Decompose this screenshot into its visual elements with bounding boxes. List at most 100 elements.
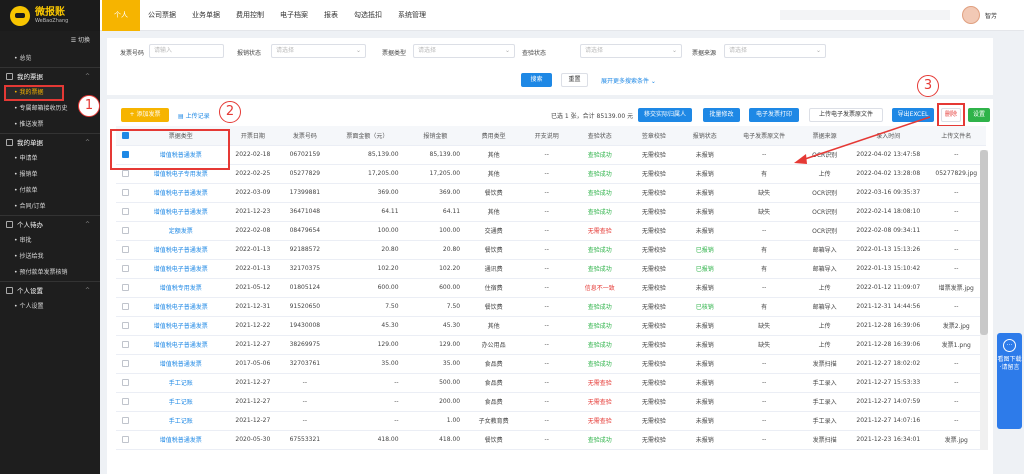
col-reimburse-amount[interactable]: 报销金额 <box>404 126 467 146</box>
invoice-type-select[interactable]: 请选择 ⌄ <box>413 44 515 58</box>
sidebar-group-my-invoices[interactable]: 我的票据 ^ <box>0 67 100 85</box>
table-row[interactable]: 手工记账 2021-12-27 -- -- 500.00 食品费 -- 无需查验 无需校验 未报销… <box>116 373 986 393</box>
cell-invoice-type[interactable]: 手工记账 <box>135 411 227 431</box>
nav-company-invoices[interactable]: 公司票据 <box>140 0 184 31</box>
cell-reimburse-amount: 102.20 <box>404 259 467 279</box>
user-menu[interactable]: 智芳 <box>962 6 997 24</box>
cell-invoice-type[interactable]: 增值税普通发票 <box>135 354 227 374</box>
table-row[interactable]: 手工记账 2021-12-27 -- -- 1.00 子女教育费 -- 无需查验 无需校验 未报销… <box>116 411 986 431</box>
cell-invoice-type[interactable]: 手工记账 <box>135 373 227 393</box>
nav-e-archive[interactable]: 电子档案 <box>272 0 316 31</box>
add-invoice-button[interactable]: + 添加发票 <box>121 108 169 122</box>
sidebar-item-push-invoices[interactable]: • 推送发票 <box>0 117 100 133</box>
sidebar-item-overview[interactable]: • 总览 <box>0 51 100 67</box>
cell-invoice-type[interactable]: 增值税电子普通发票 <box>135 259 227 279</box>
sidebar-group-my-docs[interactable]: 我的单据 ^ <box>0 133 100 151</box>
row-checkbox[interactable] <box>122 379 130 386</box>
cell-signature-check: 无需校验 <box>627 354 681 374</box>
table-row[interactable]: 增值税电子普通发票 2021-12-27 38269975 129.00 129.00 办… <box>116 335 986 355</box>
row-checkbox[interactable] <box>122 303 130 310</box>
nav-personal[interactable]: 个人 <box>102 0 140 31</box>
cell-invoice-type[interactable]: 增值税电子普通发票 <box>135 240 227 260</box>
nav-system[interactable]: 系统管理 <box>390 0 434 31</box>
row-checkbox[interactable] <box>122 417 130 424</box>
table-row[interactable]: 增值税普通发票 2017-05-06 32703761 35.00 35.00 食品费 --… <box>116 354 986 374</box>
row-checkbox[interactable] <box>122 246 130 253</box>
row-checkbox[interactable] <box>122 322 130 329</box>
sidebar-item-cc-me[interactable]: • 抄送给我 <box>0 249 100 265</box>
table-row[interactable]: 增值税普通发票 2020-05-30 67553321 418.00 418.00 餐饮费… <box>116 430 986 450</box>
table-row[interactable]: 增值税电子普通发票 2021-12-23 36471048 64.11 64.11 其他 -… <box>116 202 986 222</box>
sidebar-item-contract[interactable]: • 合同/订单 <box>0 199 100 215</box>
cell-reimburse-amount: 64.11 <box>404 202 467 222</box>
col-expense-type[interactable]: 费用类型 <box>466 126 522 146</box>
sidebar-item-my-invoices[interactable]: • 我的票据 <box>4 85 64 101</box>
verify-status-select[interactable]: 请选择 ⌄ <box>580 44 682 58</box>
table-row[interactable]: 定额发票 2022-02-08 08479654 100.00 100.00 交通费 -- 无… <box>116 221 986 241</box>
cell-invoice-type[interactable]: 手工记账 <box>135 392 227 412</box>
row-checkbox[interactable] <box>122 398 130 405</box>
sidebar-item-approval[interactable]: • 审批 <box>0 233 100 249</box>
cell-invoice-type[interactable]: 增值税电子普通发票 <box>135 297 227 317</box>
sidebar-item-reimbursement[interactable]: • 报销单 <box>0 167 100 183</box>
row-checkbox[interactable] <box>122 360 130 367</box>
col-face-amount[interactable]: 票面金额（元） <box>330 126 405 146</box>
row-checkbox[interactable] <box>122 436 130 443</box>
col-issue-date[interactable]: 开票日期 <box>226 126 280 146</box>
row-checkbox[interactable] <box>122 170 130 177</box>
sidebar-group-settings[interactable]: 个人设置 ^ <box>0 281 100 299</box>
row-checkbox[interactable] <box>122 265 130 272</box>
row-checkbox[interactable] <box>122 227 130 234</box>
table-row[interactable]: 增值税电子普通发票 2022-01-13 92188572 20.80 20.80 餐饮费… <box>116 240 986 260</box>
table-row[interactable]: 增值税电子普通发票 2021-12-22 19430008 45.30 45.30 其他 -… <box>116 316 986 336</box>
cell-invoice-type[interactable]: 增值税电子普通发票 <box>135 316 227 336</box>
cell-invoice-type[interactable]: 增值税电子普通发票 <box>135 183 227 203</box>
cell-invoice-no: 01805124 <box>279 278 331 298</box>
upload-history-link[interactable]: ▤ 上传记录 <box>178 111 210 120</box>
nav-deduction[interactable]: 勾选抵扣 <box>346 0 390 31</box>
cell-issue-date: 2021-05-12 <box>226 278 280 298</box>
transfer-owner-button[interactable]: 移交实际归属人 <box>638 108 692 122</box>
invoice-source-select[interactable]: 请选择 ⌄ <box>724 44 826 58</box>
cell-invoice-type[interactable]: 增值税普通发票 <box>135 430 227 450</box>
table-row[interactable]: 增值税专用发票 2021-05-12 01805124 600.00 600.00 住宿费… <box>116 278 986 298</box>
sidebar-item-application[interactable]: • 申请单 <box>0 151 100 167</box>
expand-filters-link[interactable]: 展开更多搜索条件 ⌄ <box>601 76 656 85</box>
settings-button[interactable]: 设置 <box>968 108 990 122</box>
sidebar-item-prepay-writeoff[interactable]: • 预付款单发票核销 <box>0 265 100 281</box>
row-checkbox[interactable] <box>122 284 130 291</box>
search-button[interactable]: 搜索 <box>521 73 552 87</box>
col-verify-status[interactable]: 查验状态 <box>572 126 628 146</box>
row-checkbox[interactable] <box>122 341 130 348</box>
col-signature-check[interactable]: 签章校验 <box>627 126 681 146</box>
cell-invoice-type[interactable]: 增值税电子普通发票 <box>135 202 227 222</box>
nav-reports[interactable]: 报表 <box>316 0 346 31</box>
batch-edit-button[interactable]: 批量修改 <box>703 108 740 122</box>
cell-invoice-type[interactable]: 增值税专用发票 <box>135 278 227 298</box>
table-row[interactable]: 手工记账 2021-12-27 -- -- 200.00 食品费 -- 无需查验 无需校验 未报销… <box>116 392 986 412</box>
table-row[interactable]: 增值税电子普通发票 2022-03-09 17399881 369.00 369.00 餐… <box>116 183 986 203</box>
cell-invoice-type[interactable]: 定额发票 <box>135 221 227 241</box>
table-row[interactable]: 增值税电子普通发票 2022-01-13 32170375 102.20 102.20 通… <box>116 259 986 279</box>
col-invoice-no[interactable]: 发票号码 <box>279 126 331 146</box>
sidebar-toggle[interactable]: ☰ 切换 <box>0 31 100 51</box>
col-expense-note[interactable]: 开支说明 <box>521 126 573 146</box>
col-reimburse-status[interactable]: 报销状态 <box>680 126 730 146</box>
table-row[interactable]: 增值税电子普通发票 2021-12-31 91520650 7.50 7.50 餐饮费 --… <box>116 297 986 317</box>
scrollbar-thumb[interactable] <box>980 150 988 335</box>
sidebar-group-todo[interactable]: 个人待办 ^ <box>0 215 100 233</box>
nav-cost-control[interactable]: 费用控制 <box>228 0 272 31</box>
sidebar-item-personal-settings[interactable]: • 个人设置 <box>0 299 100 315</box>
app-logo[interactable]: 微报账 WeBaoZhang <box>0 0 100 31</box>
table-scrollbar[interactable] <box>980 150 988 450</box>
feedback-panel[interactable]: ··· 看图下载·请留言 <box>997 333 1022 429</box>
row-checkbox[interactable] <box>122 189 130 196</box>
reset-button[interactable]: 重置 <box>561 73 588 87</box>
sidebar-item-payment[interactable]: • 付款单 <box>0 183 100 199</box>
reimburse-status-select[interactable]: 请选择 ⌄ <box>271 44 366 58</box>
invoice-no-input[interactable]: 请输入 <box>149 44 224 58</box>
nav-business-docs[interactable]: 业务单据 <box>184 0 228 31</box>
cell-expense-note: -- <box>521 411 573 431</box>
row-checkbox[interactable] <box>122 208 130 215</box>
cell-invoice-type[interactable]: 增值税电子普通发票 <box>135 335 227 355</box>
